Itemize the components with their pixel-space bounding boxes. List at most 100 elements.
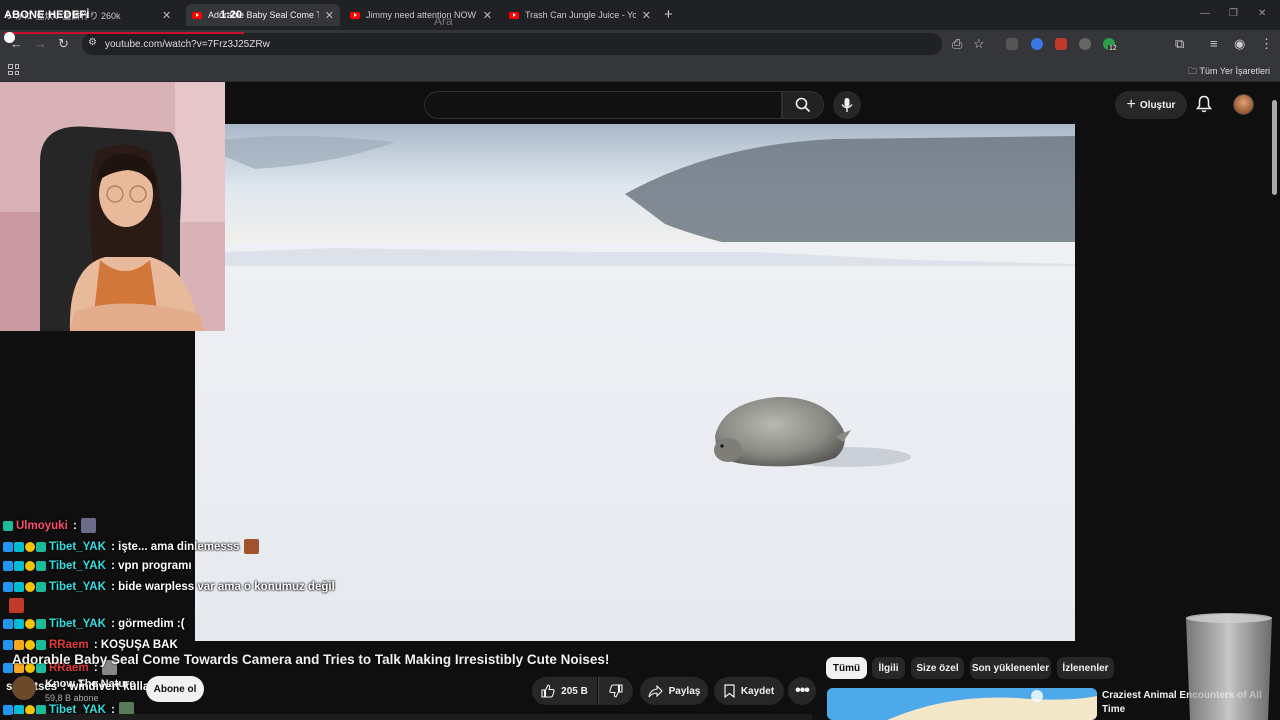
badge-icon bbox=[3, 541, 13, 552]
description-box[interactable] bbox=[12, 714, 812, 720]
chat-badges bbox=[3, 704, 46, 715]
chat-badges bbox=[3, 520, 13, 531]
video-player[interactable] bbox=[195, 124, 1075, 641]
emote-icon bbox=[9, 598, 24, 613]
video-title: Adorable Baby Seal Come Towards Camera a… bbox=[12, 652, 610, 667]
profile-icon[interactable]: ◉ bbox=[1234, 36, 1245, 52]
emote-icon bbox=[243, 539, 259, 554]
install-app-icon[interactable]: ⎙ bbox=[952, 36, 962, 52]
streamer-webcam bbox=[0, 82, 225, 331]
menu-kebab-icon[interactable]: ⋮ bbox=[1260, 36, 1273, 52]
timer-overlay: 1:20 bbox=[220, 9, 243, 21]
site-info-icon[interactable]: ⚙ bbox=[88, 37, 97, 48]
recording-dot bbox=[4, 32, 15, 43]
chat-username: Tibet_YAK bbox=[49, 618, 106, 630]
extension-icon[interactable] bbox=[1031, 38, 1043, 50]
chat-text: görmedim :( bbox=[118, 618, 185, 630]
badge-icon bbox=[14, 704, 24, 715]
badge-icon bbox=[3, 619, 13, 629]
create-label: Oluştur bbox=[1139, 99, 1176, 111]
subscribe-button[interactable]: Abone ol bbox=[146, 676, 204, 702]
chip-for-you[interactable]: Size özel bbox=[911, 657, 964, 679]
media-control-icon[interactable]: ≡ bbox=[1210, 36, 1218, 51]
chat-username: RRaem bbox=[49, 639, 89, 651]
browser-address-bar: ← → ↻ ⚙ youtube.com/watch?v=7Frz3J25ZRw … bbox=[0, 30, 1280, 58]
chat-text: bide warpless var ama o konumuz değil bbox=[118, 581, 335, 593]
forward-icon[interactable]: → bbox=[34, 36, 47, 51]
channel-avatar[interactable] bbox=[12, 676, 36, 700]
badge-icon bbox=[14, 561, 24, 571]
badge-icon bbox=[14, 640, 24, 650]
badge-icon bbox=[3, 520, 13, 531]
extension-icon[interactable] bbox=[1006, 38, 1018, 50]
reload-icon[interactable]: ↻ bbox=[58, 36, 69, 52]
maximize-icon[interactable]: ❐ bbox=[1229, 8, 1238, 19]
subscriber-goal-overlay: ABONE HEDEFİ bbox=[4, 9, 90, 21]
chip-recently-uploaded[interactable]: Son yüklenenler bbox=[970, 657, 1051, 679]
chat-text: KOŞUŞA BAK bbox=[100, 639, 178, 651]
badge-icon bbox=[36, 704, 46, 715]
extension-icon[interactable] bbox=[1079, 38, 1091, 50]
badge-icon bbox=[3, 582, 13, 592]
chat-badges bbox=[3, 582, 46, 592]
share-button[interactable]: Paylaş bbox=[640, 677, 708, 705]
notifications-bell-icon[interactable] bbox=[1196, 95, 1212, 113]
chip-watched[interactable]: İzlenenler bbox=[1057, 657, 1114, 679]
chat-message: Tibet_YAK : işte... ama dinlemesss bbox=[3, 539, 259, 554]
folder-icon: 🗀 bbox=[1188, 66, 1200, 76]
url-text[interactable]: youtube.com/watch?v=7Frz3J25ZRw bbox=[105, 39, 270, 50]
tab-2-close-icon[interactable]: ✕ bbox=[325, 9, 334, 22]
more-actions-button[interactable]: ••• bbox=[788, 677, 816, 705]
page-scrollbar[interactable] bbox=[1272, 100, 1277, 195]
chip-related[interactable]: İlgili bbox=[872, 657, 905, 679]
badge-icon bbox=[3, 704, 13, 715]
chat-colon: : bbox=[107, 560, 119, 572]
apps-grid-icon[interactable] bbox=[8, 64, 19, 75]
extension-icon[interactable] bbox=[1055, 38, 1067, 50]
badge-icon bbox=[36, 541, 46, 552]
badge-icon bbox=[36, 561, 46, 571]
voice-search-button[interactable] bbox=[833, 91, 861, 119]
badge-icon bbox=[36, 582, 46, 592]
extension-badge: 12 bbox=[1108, 45, 1118, 52]
chat-message: Tibet_YAK : bide warpless var ama o konu… bbox=[3, 581, 335, 593]
create-button[interactable]: + Oluştur bbox=[1115, 91, 1187, 119]
chat-text: vpn programı bbox=[118, 560, 192, 572]
badge-icon bbox=[25, 619, 35, 629]
tab-1-close-icon[interactable]: ✕ bbox=[162, 9, 171, 22]
user-avatar[interactable] bbox=[1233, 94, 1254, 115]
chat-message: RRaem : KOŞUŞA BAK bbox=[3, 639, 178, 651]
chat-badges bbox=[3, 640, 46, 650]
youtube-favicon-icon bbox=[350, 11, 360, 19]
minimize-icon[interactable]: — bbox=[1200, 8, 1210, 19]
chat-username: Tibet_YAK bbox=[49, 581, 106, 593]
close-window-icon[interactable]: ✕ bbox=[1258, 8, 1266, 19]
badge-icon bbox=[14, 541, 24, 552]
chat-badges bbox=[3, 619, 46, 629]
thumbnail-image bbox=[827, 688, 1097, 720]
badge-icon bbox=[25, 561, 35, 571]
like-button[interactable]: 205 B bbox=[532, 677, 597, 705]
chat-colon: : bbox=[107, 618, 119, 630]
search-button[interactable] bbox=[782, 91, 824, 119]
search-box[interactable] bbox=[424, 91, 782, 119]
save-button[interactable]: Kaydet bbox=[714, 677, 784, 705]
badge-icon bbox=[25, 704, 35, 715]
share-label: Paylaş bbox=[668, 685, 701, 697]
microphone-icon bbox=[841, 98, 853, 112]
chip-all[interactable]: Tümü bbox=[826, 657, 867, 679]
dislike-button[interactable] bbox=[598, 677, 633, 705]
tab-2[interactable]: Adorable Baby Seal Come Towa ✕ bbox=[186, 4, 340, 26]
extensions-puzzle-icon[interactable]: ⧉ bbox=[1175, 36, 1184, 52]
search-input[interactable] bbox=[434, 14, 734, 28]
badge-icon bbox=[25, 582, 35, 592]
chat-message: Tibet_YAK : görmedim :( bbox=[3, 618, 185, 630]
chat-message: Ulmoyuki : bbox=[3, 518, 96, 533]
bookmark-star-icon[interactable]: ☆ bbox=[973, 36, 985, 52]
like-count: 205 B bbox=[561, 685, 588, 697]
share-icon bbox=[648, 684, 663, 697]
youtube-favicon-icon bbox=[192, 11, 202, 19]
all-bookmarks-folder[interactable]: 🗀 Tüm Yer İşaretleri bbox=[1188, 64, 1270, 80]
recommendation-thumbnail[interactable] bbox=[827, 688, 1097, 720]
channel-name[interactable]: Know The Nature bbox=[45, 678, 135, 690]
